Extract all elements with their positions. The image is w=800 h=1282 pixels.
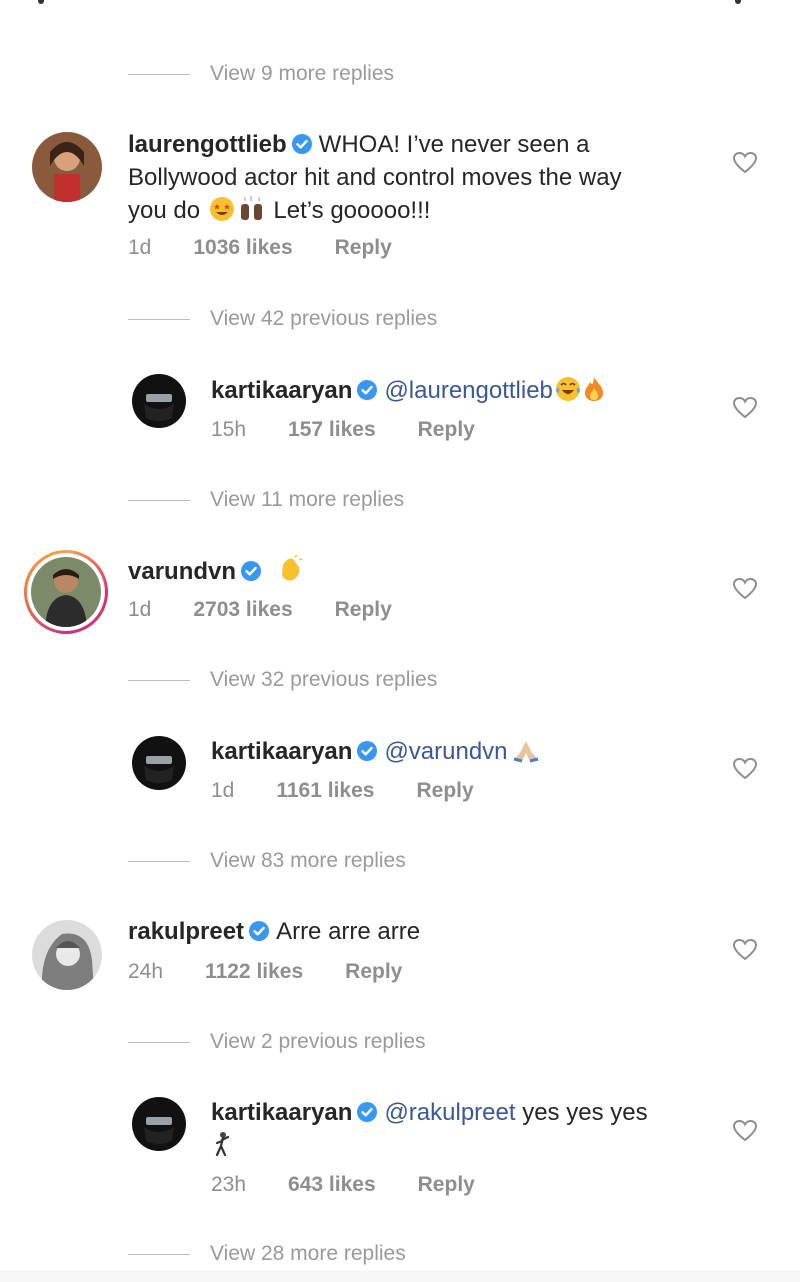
reply-text: kartikaaryan @varundvn [211, 735, 721, 768]
reply-button[interactable]: Reply [418, 418, 475, 442]
raising-hands-emoji-icon [240, 196, 262, 220]
divider-line [128, 73, 190, 75]
view-more-replies[interactable]: View 28 more replies [128, 1239, 406, 1269]
reply-meta: 1d 1161 likes Reply [211, 779, 516, 803]
reply-button[interactable]: Reply [345, 960, 402, 984]
top-edge-mark [735, 0, 741, 4]
reply-button[interactable]: Reply [416, 779, 473, 803]
likes-count[interactable]: 1122 likes [205, 960, 303, 984]
reply-meta: 15h 157 likes Reply [211, 418, 517, 442]
avatar[interactable] [32, 920, 102, 990]
view-previous-label: View 42 previous replies [210, 307, 438, 330]
timestamp: 24h [128, 960, 164, 983]
view-previous-label: View 2 previous replies [210, 1030, 426, 1053]
divider-line [128, 1041, 190, 1043]
verified-badge-icon [249, 921, 270, 941]
divider-line [128, 1253, 190, 1255]
view-more-label: View 11 more replies [210, 488, 405, 511]
likes-count[interactable]: 157 likes [288, 418, 376, 442]
verified-badge-icon [291, 134, 312, 154]
bottom-edge [0, 1270, 800, 1282]
heart-icon[interactable] [732, 396, 758, 420]
reply-text: kartikaaryan @rakulpreet yes yes yes [211, 1096, 721, 1162]
view-more-label: View 28 more replies [210, 1242, 406, 1265]
verified-badge-icon [241, 561, 262, 581]
comment-meta: 1d 1036 likes Reply [128, 236, 434, 260]
reply-text: kartikaaryan @laurengottlieb [211, 374, 721, 407]
likes-count[interactable]: 1161 likes [276, 779, 374, 803]
dancer-emoji-icon [215, 1132, 230, 1157]
fire-emoji-icon [584, 377, 603, 401]
comment-text: rakulpreet Arre arre arre [128, 918, 421, 945]
divider-line [128, 318, 190, 320]
timestamp: 23h [211, 1173, 247, 1196]
likes-count[interactable]: 2703 likes [193, 598, 292, 622]
story-ring[interactable] [24, 550, 108, 634]
username[interactable]: kartikaaryan [211, 377, 352, 404]
avatar[interactable] [31, 557, 101, 627]
timestamp: 1d [128, 598, 152, 621]
username[interactable]: laurengottlieb [128, 131, 287, 158]
mention-link[interactable]: @varundvn [384, 738, 507, 765]
heart-icon[interactable] [732, 151, 758, 175]
comment-meta: 1d 2703 likes Reply [128, 598, 434, 622]
view-previous-replies[interactable]: View 42 previous replies [128, 304, 437, 334]
heart-icon[interactable] [732, 577, 758, 601]
mention-link[interactable]: @rakulpreet [384, 1099, 515, 1126]
view-more-label: View 9 more replies [210, 62, 395, 85]
reply-meta: 23h 643 likes Reply [211, 1173, 517, 1197]
star-struck-emoji-icon [209, 197, 234, 221]
likes-count[interactable]: 1036 likes [193, 236, 292, 260]
view-more-replies[interactable]: View 11 more replies [128, 485, 404, 515]
reply-button[interactable]: Reply [335, 598, 392, 622]
divider-line [128, 499, 190, 501]
username[interactable]: rakulpreet [128, 918, 244, 945]
avatar[interactable] [132, 374, 186, 428]
timestamp: 1d [128, 236, 152, 259]
timestamp: 15h [211, 418, 247, 441]
comment-text: varundvn [128, 555, 718, 588]
heart-icon[interactable] [732, 757, 758, 781]
view-more-replies[interactable]: View 9 more replies [128, 59, 394, 89]
comment-meta: 24h 1122 likes Reply [128, 960, 444, 984]
divider-line [128, 860, 190, 862]
heart-icon[interactable] [732, 1119, 758, 1143]
view-more-label: View 83 more replies [210, 849, 406, 872]
top-edge-mark [38, 0, 44, 4]
username[interactable]: kartikaaryan [211, 1099, 352, 1126]
reply-button[interactable]: Reply [335, 236, 392, 260]
view-previous-replies[interactable]: View 32 previous replies [128, 665, 437, 695]
view-previous-replies[interactable]: View 2 previous replies [128, 1027, 426, 1057]
avatar[interactable] [132, 1097, 186, 1151]
likes-count[interactable]: 643 likes [288, 1173, 376, 1197]
folded-hands-emoji-icon [513, 741, 538, 763]
tears-of-joy-emoji-icon [555, 377, 580, 401]
username[interactable]: kartikaaryan [211, 738, 352, 765]
verified-badge-icon [357, 380, 378, 400]
divider-line [128, 679, 190, 681]
view-previous-label: View 32 previous replies [210, 668, 438, 691]
reply-button[interactable]: Reply [418, 1173, 475, 1197]
clapping-hands-emoji-icon [281, 555, 302, 581]
avatar[interactable] [32, 132, 102, 202]
mention-link[interactable]: @laurengottlieb [384, 377, 552, 404]
username[interactable]: varundvn [128, 558, 236, 585]
heart-icon[interactable] [732, 938, 758, 962]
view-more-replies[interactable]: View 83 more replies [128, 846, 406, 876]
comment-text: laurengottlieb WHOA! I’ve never seen a Bo… [128, 131, 622, 224]
avatar[interactable] [132, 736, 186, 790]
verified-badge-icon [357, 741, 378, 761]
timestamp: 1d [211, 779, 235, 802]
verified-badge-icon [357, 1102, 378, 1122]
